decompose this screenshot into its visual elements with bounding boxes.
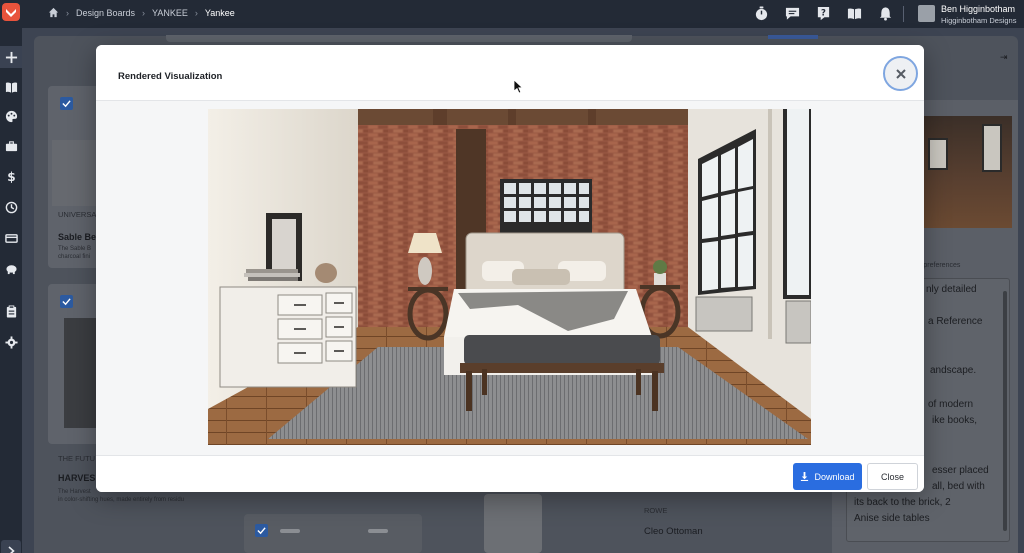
product-card-5-brand: ROWE (644, 506, 668, 515)
mouse-cursor-icon (514, 80, 524, 94)
user-menu[interactable]: Ben Higginbotham Higginbotham Designs (941, 4, 1016, 26)
modal-footer: Download Close (96, 455, 924, 492)
chevron-right-icon[interactable] (1, 540, 21, 553)
rendered-image (208, 109, 811, 445)
palette-icon[interactable] (0, 105, 22, 127)
modal-header: Rendered Visualization (96, 45, 924, 101)
board-search-bar (166, 35, 632, 42)
chat-icon[interactable] (783, 5, 801, 22)
notes-line-3: andscape. (930, 365, 977, 376)
download-button[interactable]: Download (793, 463, 862, 490)
left-sidebar: $ (0, 28, 22, 553)
dollar-icon[interactable]: $ (0, 165, 22, 187)
clock-icon[interactable] (0, 196, 22, 218)
notes-line-5: ike books, (932, 415, 978, 426)
product-card-2-title: HARVES (58, 473, 96, 483)
card-icon[interactable] (0, 227, 22, 249)
clipboard-icon[interactable] (0, 300, 22, 322)
piggy-bank-icon[interactable] (0, 257, 22, 279)
panel-collapse-icon: ⇥ (1000, 52, 1008, 62)
product-card-2-brand: THE FUTU (58, 454, 96, 463)
breadcrumb: › Design Boards › YANKEE › Yankee (48, 7, 235, 18)
reference-image (924, 116, 1012, 228)
product-card-1-brand: UNIVERSA (58, 210, 97, 219)
notes-line-8: its back to the brick, 2 (854, 497, 951, 508)
topbar-divider (903, 6, 904, 22)
modal-title: Rendered Visualization (118, 71, 223, 82)
user-company: Higginbotham Designs (941, 16, 1017, 25)
product-card-4-image (484, 494, 542, 553)
product-card-2-image (64, 318, 96, 428)
home-icon[interactable] (48, 7, 59, 18)
product-card-3-checkbox (255, 524, 268, 537)
product-card-2-desc-1: The Harvest (58, 489, 91, 495)
top-navigation-bar: › Design Boards › YANKEE › Yankee ? Ben … (0, 0, 1024, 28)
add-icon[interactable] (0, 46, 22, 68)
close-button[interactable]: Close (867, 463, 918, 490)
product-card-1-desc-2: charcoal fini (58, 254, 91, 260)
top-toolbar-icons: ? (752, 5, 894, 22)
notes-line-6: esser placed (932, 465, 989, 476)
svg-text:?: ? (821, 7, 826, 17)
product-card-1-title: Sable Be (58, 232, 97, 242)
bell-icon[interactable] (876, 5, 894, 22)
breadcrumb-separator-icon: › (194, 7, 198, 18)
breadcrumb-design-boards[interactable]: Design Boards (76, 8, 135, 18)
product-card-1-image (52, 140, 96, 206)
book-icon[interactable] (845, 5, 863, 22)
notes-line-1: nly detailed (926, 284, 977, 295)
notes-line-2: a Reference (928, 316, 983, 327)
catalog-icon[interactable] (0, 76, 22, 98)
rendered-visualization-modal: Rendered Visualization Download Close (96, 45, 924, 492)
notes-scrollbar (1003, 291, 1007, 531)
product-card-1-desc-1: The Sable B (58, 246, 92, 252)
product-card-2-desc-2: in color-shifting hues, made entirely fr… (58, 497, 185, 503)
notes-line-9: Anise side tables (854, 513, 930, 524)
breadcrumb-yankee-folder[interactable]: YANKEE (152, 8, 188, 18)
breadcrumb-separator-icon: › (142, 7, 146, 18)
close-icon[interactable] (883, 56, 918, 91)
product-card-5-title: Cleo Ottoman (644, 526, 703, 537)
board-action-button (768, 35, 818, 39)
timer-icon[interactable] (752, 5, 770, 22)
breadcrumb-current-board: Yankee (204, 7, 235, 18)
notes-line-7: all, bed with (932, 481, 985, 492)
notes-line-4: of modern (928, 399, 974, 410)
help-icon[interactable]: ? (814, 5, 832, 22)
bedroom-rendering-illustration (208, 109, 811, 445)
drawer-handle-1 (280, 529, 300, 533)
product-card-2-checkbox (60, 295, 73, 308)
avatar[interactable] (918, 5, 935, 22)
product-card-1-checkbox (60, 97, 73, 110)
download-label: Download (814, 471, 855, 482)
settings-icon[interactable] (0, 331, 22, 353)
drawer-handle-2 (368, 529, 388, 533)
download-icon (801, 472, 809, 481)
product-card-3 (244, 514, 422, 553)
briefcase-icon[interactable] (0, 135, 22, 157)
app-logo-icon[interactable] (2, 3, 20, 21)
svg-text:$: $ (7, 170, 15, 183)
breadcrumb-separator-icon: › (66, 7, 69, 18)
user-name: Ben Higginbotham (941, 4, 1016, 14)
